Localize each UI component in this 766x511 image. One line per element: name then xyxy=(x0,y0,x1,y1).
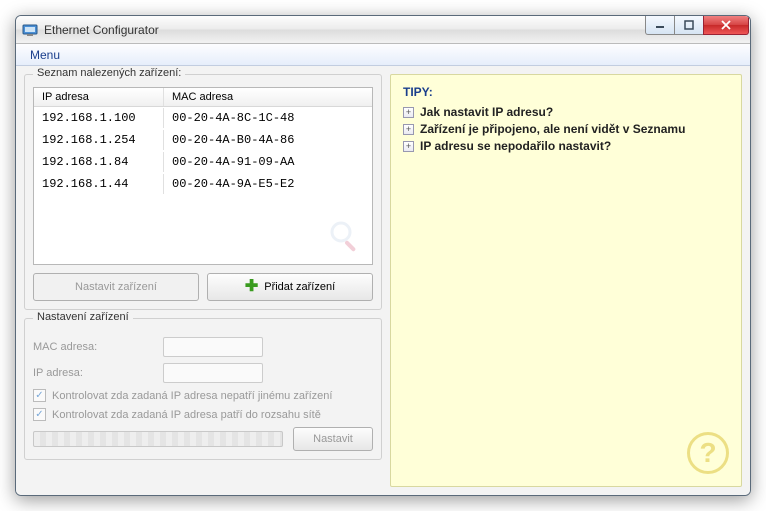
app-window: Ethernet Configurator Menu Seznam naleze… xyxy=(15,15,751,496)
button-row: Nastavit zařízení ✚ Přidat zařízení xyxy=(33,273,373,301)
check2-label: Kontrolovat zda zadaná IP adresa patří d… xyxy=(52,409,321,421)
left-panel: Seznam nalezených zařízení: IP adresa MA… xyxy=(24,74,382,487)
menubar: Menu xyxy=(16,44,750,66)
device-list-label: Seznam nalezených zařízení: xyxy=(33,67,185,79)
device-list[interactable]: IP adresa MAC adresa 192.168.1.100 00-20… xyxy=(33,87,373,265)
content-area: Seznam nalezených zařízení: IP adresa MA… xyxy=(16,66,750,495)
list-header: IP adresa MAC adresa xyxy=(34,88,372,107)
tips-panel: TIPY: + Jak nastavit IP adresu? + Zaříze… xyxy=(390,74,742,487)
menu-main[interactable]: Menu xyxy=(24,46,66,64)
mac-field[interactable] xyxy=(163,337,263,357)
tip-item[interactable]: + Jak nastavit IP adresu? xyxy=(403,105,729,119)
checkbox-icon: ✓ xyxy=(33,408,46,421)
check1-label: Kontrolovat zda zadaná IP adresa nepatří… xyxy=(52,390,332,402)
table-row[interactable]: 192.168.1.254 00-20-4A-B0-4A-86 xyxy=(34,129,372,151)
help-icon[interactable]: ? xyxy=(687,432,729,474)
settings-label: Nastavení zařízení xyxy=(33,311,133,323)
tip-text: Jak nastavit IP adresu? xyxy=(420,105,553,119)
mac-row: MAC adresa: xyxy=(33,337,373,357)
cell-ip: 192.168.1.254 xyxy=(34,130,164,150)
cell-mac: 00-20-4A-91-09-AA xyxy=(164,152,372,172)
tip-text: IP adresu se nepodařilo nastavit? xyxy=(420,139,611,153)
cell-ip: 192.168.1.44 xyxy=(34,174,164,194)
add-button[interactable]: ✚ Přidat zařízení xyxy=(207,273,373,301)
check1-row[interactable]: ✓ Kontrolovat zda zadaná IP adresa nepat… xyxy=(33,389,373,402)
cell-ip: 192.168.1.84 xyxy=(34,152,164,172)
set-button[interactable]: Nastavit xyxy=(293,427,373,451)
window-title: Ethernet Configurator xyxy=(44,23,159,37)
configure-button[interactable]: Nastavit zařízení xyxy=(33,273,199,301)
maximize-button[interactable] xyxy=(674,16,704,35)
configure-button-label: Nastavit zařízení xyxy=(75,281,157,293)
ip-label: IP adresa: xyxy=(33,367,163,379)
ip-row: IP adresa: xyxy=(33,363,373,383)
table-row[interactable]: 192.168.1.44 00-20-4A-9A-E5-E2 xyxy=(34,173,372,195)
expand-icon[interactable]: + xyxy=(403,141,414,152)
app-icon xyxy=(22,22,38,38)
expand-icon[interactable]: + xyxy=(403,124,414,135)
mac-label: MAC adresa: xyxy=(33,341,163,353)
checkbox-icon: ✓ xyxy=(33,389,46,402)
device-list-group: Seznam nalezených zařízení: IP adresa MA… xyxy=(24,74,382,310)
ip-field[interactable] xyxy=(163,363,263,383)
minimize-button[interactable] xyxy=(645,16,675,35)
bottom-row: Nastavit xyxy=(33,427,373,451)
plus-icon: ✚ xyxy=(245,279,258,295)
col-header-mac[interactable]: MAC adresa xyxy=(164,88,372,106)
tip-item[interactable]: + Zařízení je připojeno, ale není vidět … xyxy=(403,122,729,136)
search-icon xyxy=(328,219,362,256)
add-button-label: Přidat zařízení xyxy=(264,281,335,293)
table-row[interactable]: 192.168.1.84 00-20-4A-91-09-AA xyxy=(34,151,372,173)
check2-row[interactable]: ✓ Kontrolovat zda zadaná IP adresa patří… xyxy=(33,408,373,421)
col-header-ip[interactable]: IP adresa xyxy=(34,88,164,106)
cell-mac: 00-20-4A-8C-1C-48 xyxy=(164,108,372,128)
set-button-label: Nastavit xyxy=(313,433,353,445)
table-row[interactable]: 192.168.1.100 00-20-4A-8C-1C-48 xyxy=(34,107,372,129)
cell-mac: 00-20-4A-9A-E5-E2 xyxy=(164,174,372,194)
tip-item[interactable]: + IP adresu se nepodařilo nastavit? xyxy=(403,139,729,153)
settings-group: Nastavení zařízení MAC adresa: IP adresa… xyxy=(24,318,382,460)
titlebar: Ethernet Configurator xyxy=(16,16,750,44)
progress-bar xyxy=(33,431,283,447)
cell-mac: 00-20-4A-B0-4A-86 xyxy=(164,130,372,150)
window-controls xyxy=(646,16,750,35)
tips-title: TIPY: xyxy=(403,85,729,99)
expand-icon[interactable]: + xyxy=(403,107,414,118)
close-button[interactable] xyxy=(703,16,749,35)
tip-text: Zařízení je připojeno, ale není vidět v … xyxy=(420,122,685,136)
cell-ip: 192.168.1.100 xyxy=(34,108,164,128)
